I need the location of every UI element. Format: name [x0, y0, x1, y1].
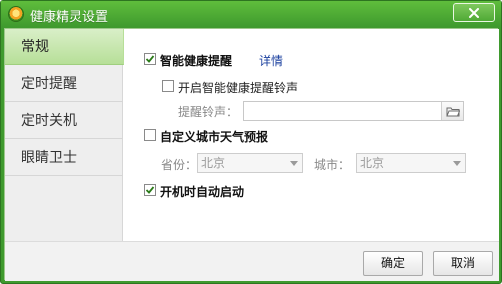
- reminder-sound-checkbox[interactable]: [162, 80, 174, 92]
- folder-icon: [445, 107, 460, 116]
- health-reminder-label[interactable]: 智能健康提醒: [160, 52, 232, 69]
- sidebar-item-general[interactable]: 常规: [5, 29, 124, 65]
- sidebar-item-label: 眼睛卫士: [21, 150, 77, 166]
- city-value: 北京: [360, 156, 385, 170]
- details-link[interactable]: 详情: [259, 52, 283, 69]
- chevron-down-icon: [449, 154, 465, 172]
- sidebar-item-timed-shutdown[interactable]: 定时关机: [5, 103, 123, 139]
- province-value: 北京: [201, 156, 226, 170]
- sidebar-item-eye-guard[interactable]: 眼睛卫士: [5, 140, 123, 176]
- app-logo-icon: [8, 6, 24, 22]
- reminder-sound-label[interactable]: 开启智能健康提醒铃声: [178, 79, 298, 96]
- sound-file-field[interactable]: [243, 101, 464, 121]
- sidebar-item-timed-reminder[interactable]: 定时提醒: [5, 66, 123, 102]
- close-button[interactable]: [453, 3, 495, 22]
- dialog-body: 常规 定时提醒 定时关机 眼睛卫士 智能健康提醒 详情 开启智能健康提醒铃声 提…: [4, 28, 499, 281]
- checkmark-icon: [145, 186, 155, 194]
- ok-button[interactable]: 确定: [363, 251, 423, 276]
- browse-button[interactable]: [441, 102, 463, 120]
- cancel-button[interactable]: 取消: [433, 251, 493, 276]
- title-bar[interactable]: 健康精灵设置: [1, 1, 501, 27]
- autostart-checkbox[interactable]: [144, 184, 156, 196]
- autostart-label[interactable]: 开机时自动启动: [160, 183, 244, 200]
- weather-forecast-checkbox[interactable]: [144, 129, 156, 141]
- weather-forecast-label[interactable]: 自定义城市天气预报: [160, 128, 268, 145]
- health-reminder-checkbox[interactable]: [144, 53, 156, 65]
- window-title: 健康精灵设置: [30, 10, 109, 25]
- sidebar-item-label: 常规: [21, 39, 49, 55]
- checkmark-icon: [145, 55, 155, 63]
- sound-field-label: 提醒铃声：: [178, 105, 239, 119]
- general-settings-panel: 智能健康提醒 详情 开启智能健康提醒铃声 提醒铃声： 自定义城市天气预报 省份：: [124, 29, 499, 241]
- province-select[interactable]: 北京: [197, 153, 303, 173]
- sidebar-item-label: 定时提醒: [21, 76, 77, 92]
- chevron-down-icon: [286, 154, 302, 172]
- close-icon: [469, 7, 479, 18]
- sidebar: 常规 定时提醒 定时关机 眼睛卫士: [5, 29, 124, 241]
- sidebar-item-label: 定时关机: [21, 113, 77, 129]
- button-bar: 确定 取消: [5, 241, 499, 281]
- settings-window: 健康精灵设置 常规 定时提醒 定时关机 眼睛卫士 智能健康提醒 详情 开启智能健…: [0, 0, 502, 284]
- province-label: 省份：: [161, 158, 198, 172]
- city-label: 城市：: [314, 158, 351, 172]
- city-select[interactable]: 北京: [356, 153, 466, 173]
